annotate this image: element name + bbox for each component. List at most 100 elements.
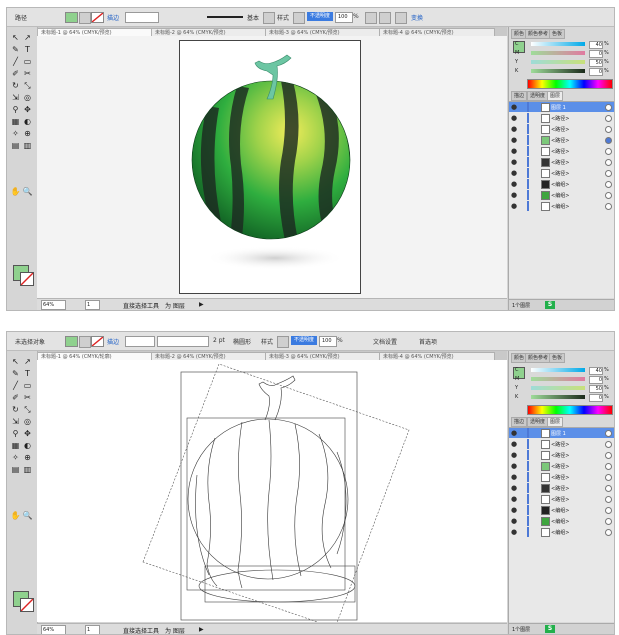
layer-row[interactable]: ● <编组>	[509, 201, 614, 211]
panel-tab-layers[interactable]: 图层	[547, 417, 564, 427]
color-slider-m[interactable]: M 0%	[515, 376, 610, 384]
color-slider-y[interactable]: Y 50%	[515, 385, 610, 393]
type-tool-icon[interactable]: T	[22, 369, 33, 379]
layer-row[interactable]: ● <路径>	[509, 439, 614, 449]
color-spectrum[interactable]	[527, 79, 613, 89]
layer-row[interactable]: ● <路径>	[509, 483, 614, 493]
mesh-tool-icon[interactable]: ▦	[10, 117, 21, 127]
layer-row[interactable]: ● <编组>	[509, 179, 614, 189]
hand-tool-icon[interactable]: ✋	[10, 187, 21, 197]
opacity-label[interactable]: 不透明度	[307, 12, 334, 21]
gradient-tool-icon[interactable]: ◐	[22, 441, 33, 451]
canvas-area[interactable]	[37, 36, 507, 298]
pencil-tool-icon[interactable]: ✐	[10, 393, 21, 403]
status-arrow-icon[interactable]: ▶	[199, 301, 204, 308]
opacity-field[interactable]: 100	[335, 12, 353, 23]
profile-label[interactable]: 基本	[247, 13, 259, 22]
transform-icon[interactable]	[395, 12, 407, 24]
layer-row[interactable]: ● <编组>	[509, 516, 614, 526]
scissors-tool-icon[interactable]: ✂	[22, 393, 33, 403]
stroke-weight-field[interactable]	[125, 12, 159, 23]
layer-row[interactable]: ● <路径>	[509, 472, 614, 482]
canvas-area[interactable]	[37, 360, 507, 622]
color-slider-m[interactable]: M 0%	[515, 50, 610, 58]
gradient-tool-icon[interactable]: ◐	[22, 117, 33, 127]
rotate-tool-icon[interactable]: ↻	[10, 81, 21, 91]
free-transform-tool-icon[interactable]: ◎	[22, 417, 33, 427]
layer-row[interactable]: ● <路径>	[509, 146, 614, 156]
panel-tab-swatches[interactable]: 色板	[549, 29, 566, 39]
recolor-icon[interactable]	[365, 12, 377, 24]
color-slider-c[interactable]: C 40%	[515, 41, 610, 49]
layer-row[interactable]: ● <路径>	[509, 157, 614, 167]
layer-row[interactable]: ● 图层 1	[509, 102, 614, 112]
zoom-tool-icon[interactable]: 🔍	[22, 187, 33, 197]
perspective-tool-icon[interactable]: ✥	[22, 105, 33, 115]
pen-tool-icon[interactable]: ✎	[10, 369, 21, 379]
color-slider-y[interactable]: Y 50%	[515, 59, 610, 67]
free-transform-tool-icon[interactable]: ◎	[22, 93, 33, 103]
opacity-label[interactable]: 不透明度	[291, 336, 318, 345]
layer-row[interactable]: ● 图层 1	[509, 428, 614, 438]
stroke-swatch[interactable]	[91, 336, 104, 347]
blend-tool-icon[interactable]: ⊕	[22, 453, 33, 463]
panel-tab-color-guide[interactable]: 颜色参考	[525, 29, 552, 39]
line-tool-icon[interactable]: ╱	[10, 381, 21, 391]
hand-tool-icon[interactable]: ✋	[10, 511, 21, 521]
brush-icon[interactable]	[263, 12, 275, 24]
layer-row[interactable]: ● <编组>	[509, 527, 614, 537]
scale-tool-icon[interactable]: ⤡	[22, 405, 33, 415]
style-swatch-icon[interactable]	[277, 336, 289, 348]
rectangle-tool-icon[interactable]: ▭	[22, 381, 33, 391]
panel-tab-stroke[interactable]: 描边	[511, 417, 528, 427]
fill-menu-icon[interactable]	[79, 12, 91, 24]
panel-tab-stroke[interactable]: 描边	[511, 91, 528, 101]
selection-tool-icon[interactable]: ↖	[10, 357, 21, 367]
fill-swatch[interactable]	[65, 12, 78, 23]
selection-tool-icon[interactable]: ↖	[10, 33, 21, 43]
transform-link[interactable]: 变换	[411, 13, 423, 22]
page-field[interactable]: 1	[85, 625, 100, 634]
rectangle-tool-icon[interactable]: ▭	[22, 57, 33, 67]
color-spectrum[interactable]	[527, 405, 613, 415]
color-slider-k[interactable]: K 0%	[515, 394, 610, 402]
symbol-sprayer-tool-icon[interactable]: ▤	[10, 465, 21, 475]
page-field[interactable]: 1	[85, 300, 100, 310]
scissors-tool-icon[interactable]: ✂	[22, 69, 33, 79]
document-setup-button[interactable]: 文档设置	[373, 337, 397, 346]
fill-menu-icon[interactable]	[79, 336, 91, 348]
layer-row[interactable]: ● <路径>	[509, 168, 614, 178]
mesh-tool-icon[interactable]: ▦	[10, 441, 21, 451]
color-slider-k[interactable]: K 0%	[515, 68, 610, 76]
layer-row[interactable]: ● <路径>	[509, 494, 614, 504]
layer-row[interactable]: ● <路径>	[509, 124, 614, 134]
panel-tab-transparency[interactable]: 透明度	[527, 91, 549, 101]
style-label[interactable]: 样式	[261, 337, 273, 346]
panel-tab-transparency[interactable]: 透明度	[527, 417, 549, 427]
layer-row[interactable]: ● <路径>	[509, 135, 614, 145]
stroke-weight-field[interactable]	[125, 336, 155, 347]
preferences-button[interactable]: 首选项	[419, 337, 437, 346]
panel-tab-swatches[interactable]: 色板	[549, 353, 566, 363]
color-slider-c[interactable]: C 40%	[515, 367, 610, 375]
variable-width-field[interactable]	[157, 336, 209, 347]
fill-swatch[interactable]	[65, 336, 78, 347]
blend-tool-icon[interactable]: ⊕	[22, 129, 33, 139]
status-arrow-icon[interactable]: ▶	[199, 626, 204, 633]
line-tool-icon[interactable]: ╱	[10, 57, 21, 67]
layer-row[interactable]: ● <路径>	[509, 450, 614, 460]
layer-row[interactable]: ● <编组>	[509, 190, 614, 200]
zoom-field[interactable]: 64%	[41, 625, 66, 634]
opacity-field[interactable]: 100	[319, 336, 337, 347]
watermelon-artwork[interactable]	[37, 36, 507, 298]
align-icon[interactable]	[379, 12, 391, 24]
eyedropper-tool-icon[interactable]: ✧	[10, 453, 21, 463]
warp-tool-icon[interactable]: ⇲	[10, 93, 21, 103]
pen-tool-icon[interactable]: ✎	[10, 45, 21, 55]
symbol-sprayer-tool-icon[interactable]: ▤	[10, 141, 21, 151]
direct-selection-tool-icon[interactable]: ↗	[22, 33, 33, 43]
style-label[interactable]: 样式	[277, 13, 289, 22]
scale-tool-icon[interactable]: ⤡	[22, 81, 33, 91]
graph-tool-icon[interactable]: ▥	[22, 141, 33, 151]
stroke-label[interactable]: 描边	[107, 337, 119, 346]
